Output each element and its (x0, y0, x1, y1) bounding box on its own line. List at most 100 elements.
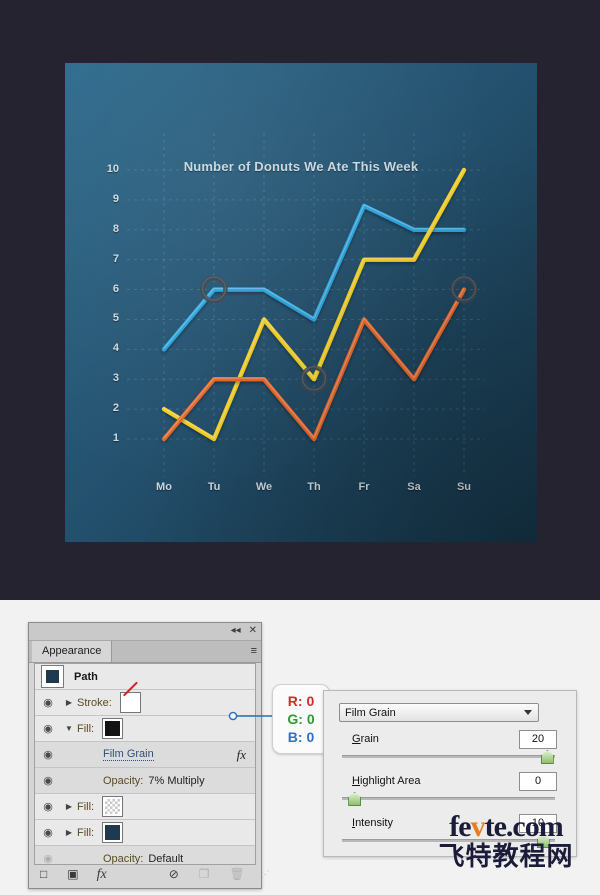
rgb-red-value: 0 (306, 693, 315, 709)
appearance-row-value: Default (148, 852, 184, 865)
appearance-row-film-grain[interactable]: ◉ Film Grain fx (35, 742, 255, 768)
appearance-row-opacity[interactable]: ◉ Opacity: 7% Multiply (35, 768, 255, 794)
appearance-row-label[interactable]: Stroke: (77, 697, 112, 709)
color-swatch-checker[interactable] (102, 796, 124, 817)
visibility-eye-icon[interactable]: ◉ (35, 852, 61, 864)
x-axis-tick-su: Su (456, 481, 472, 493)
visibility-eye-icon[interactable]: ◉ (35, 696, 61, 709)
rgb-green-label: G: (287, 711, 303, 727)
callout-connector-line (228, 711, 276, 721)
line-chart-plot (127, 133, 485, 477)
disclosure-triangle-icon[interactable]: ▶ (61, 698, 77, 707)
appearance-row-label[interactable]: Fill: (77, 723, 94, 735)
appearance-row-label[interactable]: Fill: (77, 801, 94, 813)
x-axis-tick-sa: Sa (407, 481, 421, 493)
x-axis-tick-th: Th (307, 481, 321, 493)
chart-panel: Number of Donuts We Ate This Week 123456… (65, 63, 537, 542)
effect-select-dropdown[interactable]: Film Grain (339, 703, 539, 722)
disclosure-triangle-icon[interactable]: ▶ (61, 828, 77, 837)
rgb-red-label: R: (287, 693, 303, 709)
appearance-row-fill[interactable]: ◉ ▼ Fill: (35, 716, 255, 742)
disclosure-triangle-icon[interactable]: ▶ (61, 802, 77, 811)
clear-appearance-icon[interactable]: ⊘ (169, 865, 179, 884)
chevron-down-icon (524, 710, 532, 715)
slider-track[interactable] (342, 797, 555, 800)
field-label: Grain (352, 733, 379, 745)
effect-fx-icon[interactable]: fx (237, 747, 246, 763)
rgb-red-line: R: 0 (288, 692, 314, 710)
x-axis-tick-tu: Tu (207, 481, 221, 493)
close-icon[interactable]: ✕ (249, 624, 257, 638)
collapse-icon[interactable]: ◂◂ (231, 624, 241, 638)
y-axis-tick-4: 4 (112, 342, 119, 355)
add-new-fill-icon[interactable]: ▣ (67, 865, 78, 884)
path-thumbnail-icon (41, 665, 64, 688)
x-axis-tick-mo: Mo (156, 481, 172, 493)
disclosure-triangle-icon[interactable]: ▼ (61, 724, 77, 733)
rgb-blue-label: B: (287, 729, 303, 745)
y-axis-tick-6: 6 (112, 282, 119, 295)
y-axis-tick-5: 5 (112, 312, 119, 325)
appearance-rows-container: Path ◉ ▶ Stroke: ◉ ▼ Fill: ◉ Film Grain fx ◉ Opaci… (34, 663, 256, 865)
color-swatch-none[interactable] (119, 692, 141, 713)
y-axis-tick-1: 1 (112, 432, 119, 444)
appearance-row-opacity[interactable]: ◉ Opacity: Default (35, 846, 255, 865)
y-axis-tick-7: 7 (112, 252, 119, 265)
appearance-panel: ◂◂ ✕ Appearance ≡ Path ◉ ▶ Stroke: ◉ ▼ Fill: ◉… (28, 622, 270, 889)
slider-thumb[interactable] (348, 792, 362, 806)
appearance-object-row[interactable]: Path (35, 664, 255, 690)
field-value-input[interactable]: 10 (519, 814, 557, 833)
duplicate-item-icon[interactable]: ❐ (199, 865, 210, 884)
y-axis-tick-8: 8 (112, 222, 119, 235)
appearance-panel-footer: □ ▣ fx ⊘ ❐ 🗑 ⋰ (34, 865, 270, 884)
add-new-effect-icon[interactable]: fx (97, 865, 107, 884)
canvas-area: Number of Donuts We Ate This Week 123456… (0, 0, 600, 600)
panel-tabbar: Appearance ≡ (29, 641, 261, 663)
visibility-eye-icon[interactable]: ◉ (35, 826, 61, 839)
rgb-green-value: 0 (306, 711, 315, 727)
visibility-eye-icon[interactable]: ◉ (35, 800, 61, 813)
visibility-eye-icon[interactable]: ◉ (35, 748, 61, 761)
add-new-stroke-icon[interactable]: □ (40, 865, 47, 884)
rgb-green-line: G: 0 (287, 710, 314, 728)
appearance-row-stroke[interactable]: ◉ ▶ Stroke: (35, 690, 255, 716)
appearance-row-fill[interactable]: ◉ ▶ Fill: (35, 820, 255, 846)
appearance-row-label[interactable]: Opacity: (103, 775, 143, 787)
visibility-eye-icon[interactable]: ◉ (35, 722, 61, 735)
x-axis-tick-we: We (255, 481, 273, 493)
effect-select-value: Film Grain (345, 707, 396, 719)
slider-track[interactable] (342, 839, 555, 842)
y-axis-tick-3: 3 (112, 372, 119, 385)
appearance-row-label[interactable]: Fill: (77, 827, 94, 839)
appearance-row-value: 7% Multiply (148, 774, 205, 787)
color-swatch-black[interactable] (102, 718, 124, 739)
field-label: Intensity (352, 817, 393, 829)
panel-menu-icon[interactable]: ≡ (251, 645, 258, 657)
tab-appearance[interactable]: Appearance (32, 641, 113, 662)
resize-grip-icon[interactable]: ⋰ (261, 865, 270, 884)
y-axis-tick-2: 2 (112, 402, 119, 415)
y-axis-tick-9: 9 (112, 192, 119, 205)
slider-thumb[interactable] (536, 834, 550, 848)
field-value-input[interactable]: 20 (519, 730, 557, 749)
delete-item-icon[interactable]: 🗑 (230, 865, 245, 884)
slider-thumb[interactable] (540, 750, 554, 764)
grid-lines (127, 133, 485, 477)
rgb-blue-line: B: 0 (288, 728, 314, 746)
rgb-blue-value: 0 (306, 729, 315, 745)
panel-titlebar: ◂◂ ✕ (29, 623, 261, 641)
appearance-row-label[interactable]: Film Grain (103, 748, 154, 761)
appearance-row-fill[interactable]: ◉ ▶ Fill: (35, 794, 255, 820)
field-value-input[interactable]: 0 (519, 772, 557, 791)
slider-track[interactable] (342, 755, 555, 758)
object-type-label: Path (74, 670, 98, 683)
color-swatch-navy[interactable] (102, 822, 124, 843)
appearance-row-label[interactable]: Opacity: (103, 853, 143, 865)
rgb-value-callout: R: 0 G: 0 B: 0 (272, 684, 330, 754)
ui-area: ◂◂ ✕ Appearance ≡ Path ◉ ▶ Stroke: ◉ ▼ Fill: ◉… (0, 600, 600, 895)
y-axis-tick-10: 10 (106, 163, 119, 175)
x-axis-tick-fr: Fr (358, 481, 370, 493)
film-grain-dialog: Film Grain Grain 20 Highlight Area 0 Intensi… (323, 690, 577, 857)
field-label: Highlight Area (352, 775, 421, 787)
visibility-eye-icon[interactable]: ◉ (35, 774, 61, 787)
